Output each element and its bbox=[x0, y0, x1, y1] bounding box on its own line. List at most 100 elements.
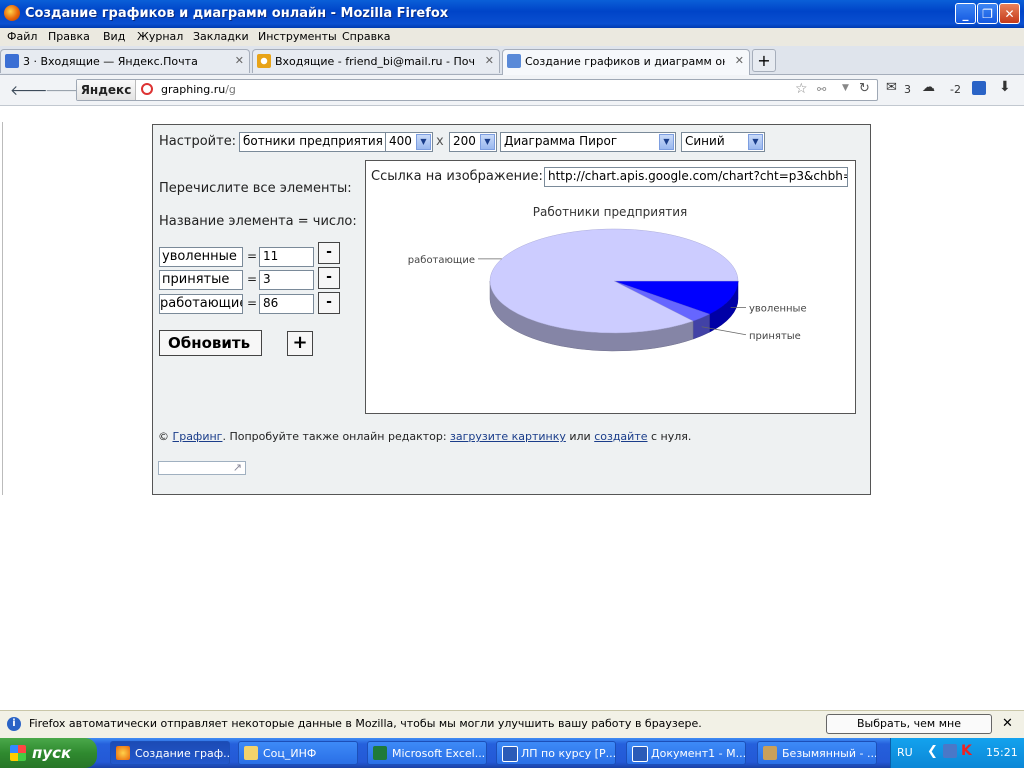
settings-label: Настройте: bbox=[159, 134, 237, 149]
url-text: graphing.ru/g bbox=[161, 83, 236, 96]
menu-tools[interactable]: Инструменты bbox=[258, 30, 337, 43]
tab-yandex-mail[interactable]: 3 · Входящие — Яндекс.Почта ✕ bbox=[0, 49, 250, 73]
taskbar-item-word-lp[interactable]: ЛП по курсу [Р... bbox=[496, 741, 616, 765]
list-prompt: Перечислите все элементы: bbox=[159, 181, 352, 196]
tab-label: Создание графиков и диаграмм онлайн bbox=[525, 55, 725, 68]
url-bar[interactable]: Яндекс graphing.ru/g ☆ ⚯ ▼ ↻ bbox=[76, 79, 878, 101]
taskbar-item-excel[interactable]: Microsoft Excel... bbox=[367, 741, 487, 765]
windows-flag-icon bbox=[10, 745, 26, 761]
weather-cloud-icon[interactable]: ☁ bbox=[922, 80, 935, 95]
taskbar-item-paint[interactable]: Безымянный - ... bbox=[757, 741, 877, 765]
choose-share-button[interactable]: Выбрать, чем мне поделиться bbox=[826, 714, 992, 748]
new-tab-button[interactable]: + bbox=[752, 49, 776, 72]
reload-icon[interactable]: ↻ bbox=[859, 81, 870, 96]
tab-graphing[interactable]: Создание графиков и диаграмм онлайн ✕ bbox=[502, 49, 750, 75]
format-hint: Название элемента = число: bbox=[159, 214, 357, 229]
taskbar-item-firefox[interactable]: Создание граф... bbox=[110, 741, 230, 765]
window-title: Создание графиков и диаграмм онлайн - Mo… bbox=[25, 6, 449, 21]
dropdown-arrow-icon[interactable]: ▼ bbox=[842, 83, 849, 93]
chart-type-value: Диаграмма Пирог bbox=[504, 134, 618, 148]
maximize-button[interactable]: ❐ bbox=[977, 3, 998, 24]
menu-bookmarks[interactable]: Закладки bbox=[193, 30, 249, 43]
mail-icon bbox=[5, 54, 19, 68]
width-select[interactable]: 400 ▼ bbox=[385, 132, 433, 152]
folder-icon bbox=[244, 746, 258, 760]
chevron-down-icon: ▼ bbox=[748, 134, 763, 150]
equals-sign: = bbox=[247, 272, 258, 286]
pie-label-работающие: работающие bbox=[408, 255, 475, 266]
remove-row-button[interactable]: - bbox=[318, 242, 340, 264]
remove-row-button[interactable]: - bbox=[318, 292, 340, 314]
remove-row-button[interactable]: - bbox=[318, 267, 340, 289]
firefox-icon bbox=[116, 746, 130, 760]
element-value-input[interactable]: 3 bbox=[259, 270, 314, 290]
create-link[interactable]: создайте bbox=[594, 430, 647, 443]
taskbar-item-folder[interactable]: Соц_ИНФ bbox=[238, 741, 358, 765]
paint-icon bbox=[763, 746, 777, 760]
tab-label: Входящие - friend_bi@mail.ru - Почта М..… bbox=[275, 55, 475, 68]
equals-sign: = bbox=[247, 249, 258, 263]
firefox-icon bbox=[4, 5, 20, 21]
chart-type-select[interactable]: Диаграмма Пирог ▼ bbox=[500, 132, 676, 152]
update-button[interactable]: Обновить bbox=[159, 330, 262, 356]
mail-count: 3 bbox=[904, 83, 911, 96]
footer-text: . Попробуйте также онлайн редактор: bbox=[222, 430, 447, 443]
taskbar: пуск Создание граф... Соц_ИНФ Microsoft … bbox=[0, 738, 1024, 768]
menu-history[interactable]: Журнал bbox=[137, 30, 183, 43]
image-link-input[interactable]: http://chart.apis.google.com/chart?cht=p… bbox=[544, 167, 848, 187]
back-arrow-icon[interactable]: 🡐 bbox=[10, 82, 48, 99]
upload-link[interactable]: загрузите картинку bbox=[450, 430, 566, 443]
element-value-input[interactable]: 11 bbox=[259, 247, 314, 267]
taskbar-item-label: Microsoft Excel... bbox=[392, 747, 486, 760]
network-icon[interactable] bbox=[943, 744, 957, 758]
info-icon: i bbox=[7, 717, 21, 731]
image-link-label: Ссылка на изображение: bbox=[371, 169, 543, 184]
height-select[interactable]: 200 ▼ bbox=[449, 132, 497, 152]
excel-icon bbox=[373, 746, 387, 760]
page-footer: © Графинг. Попробуйте также онлайн редак… bbox=[158, 430, 691, 443]
element-name-input[interactable]: уволенные bbox=[159, 247, 243, 267]
height-value: 200 bbox=[453, 134, 476, 148]
menu-bar: Файл Правка Вид Журнал Закладки Инструме… bbox=[0, 28, 1024, 46]
tab-close-icon[interactable]: ✕ bbox=[735, 54, 744, 67]
bookmark-star-icon[interactable]: ☆ bbox=[795, 81, 808, 97]
equals-sign: = bbox=[247, 296, 258, 310]
counter-widget[interactable]: ↗ bbox=[158, 461, 246, 475]
element-value-input[interactable]: 86 bbox=[259, 294, 314, 314]
kaspersky-icon[interactable]: K bbox=[961, 743, 972, 759]
pie-label-принятые: принятые bbox=[749, 331, 801, 342]
element-name-input[interactable]: работающие bbox=[159, 294, 243, 314]
reader-glasses-icon[interactable]: ⚯ bbox=[817, 83, 826, 96]
menu-file[interactable]: Файл bbox=[7, 30, 37, 43]
close-button[interactable]: ✕ bbox=[999, 3, 1020, 24]
addon-icon[interactable] bbox=[972, 81, 986, 95]
chart-title-input[interactable]: ботники предприятия bbox=[239, 132, 386, 152]
add-row-button[interactable]: + bbox=[287, 331, 313, 356]
element-name-input[interactable]: принятые bbox=[159, 270, 243, 290]
tab-mail-ru[interactable]: Входящие - friend_bi@mail.ru - Почта М..… bbox=[252, 49, 500, 73]
chart-icon bbox=[507, 54, 521, 68]
taskbar-item-label: Безымянный - ... bbox=[782, 747, 877, 760]
mail-envelope-icon[interactable]: ✉ bbox=[886, 80, 897, 95]
tab-close-icon[interactable]: ✕ bbox=[235, 54, 244, 67]
word-icon bbox=[632, 746, 648, 762]
yandex-search-button[interactable]: Яндекс bbox=[77, 80, 136, 100]
start-button[interactable]: пуск bbox=[0, 738, 97, 768]
menu-help[interactable]: Справка bbox=[342, 30, 390, 43]
minimize-button[interactable]: _ bbox=[955, 3, 976, 24]
taskbar-item-word-doc[interactable]: Документ1 - М... bbox=[626, 741, 746, 765]
tab-close-icon[interactable]: ✕ bbox=[485, 54, 494, 67]
menu-edit[interactable]: Правка bbox=[48, 30, 90, 43]
color-select[interactable]: Синий ▼ bbox=[681, 132, 765, 152]
site-icon bbox=[141, 83, 153, 95]
language-indicator[interactable]: RU bbox=[897, 746, 913, 759]
tray-arrow-icon[interactable]: ❮ bbox=[927, 744, 938, 759]
notification-close-icon[interactable]: ✕ bbox=[1002, 716, 1013, 731]
menu-view[interactable]: Вид bbox=[103, 30, 125, 43]
start-label: пуск bbox=[32, 744, 72, 762]
width-value: 400 bbox=[389, 134, 412, 148]
download-arrow-icon[interactable]: ⬇ bbox=[999, 79, 1011, 95]
times-sign: x bbox=[436, 134, 444, 149]
site-link[interactable]: Графинг bbox=[173, 430, 223, 443]
pie-label-уволенные: уволенные bbox=[749, 304, 807, 315]
